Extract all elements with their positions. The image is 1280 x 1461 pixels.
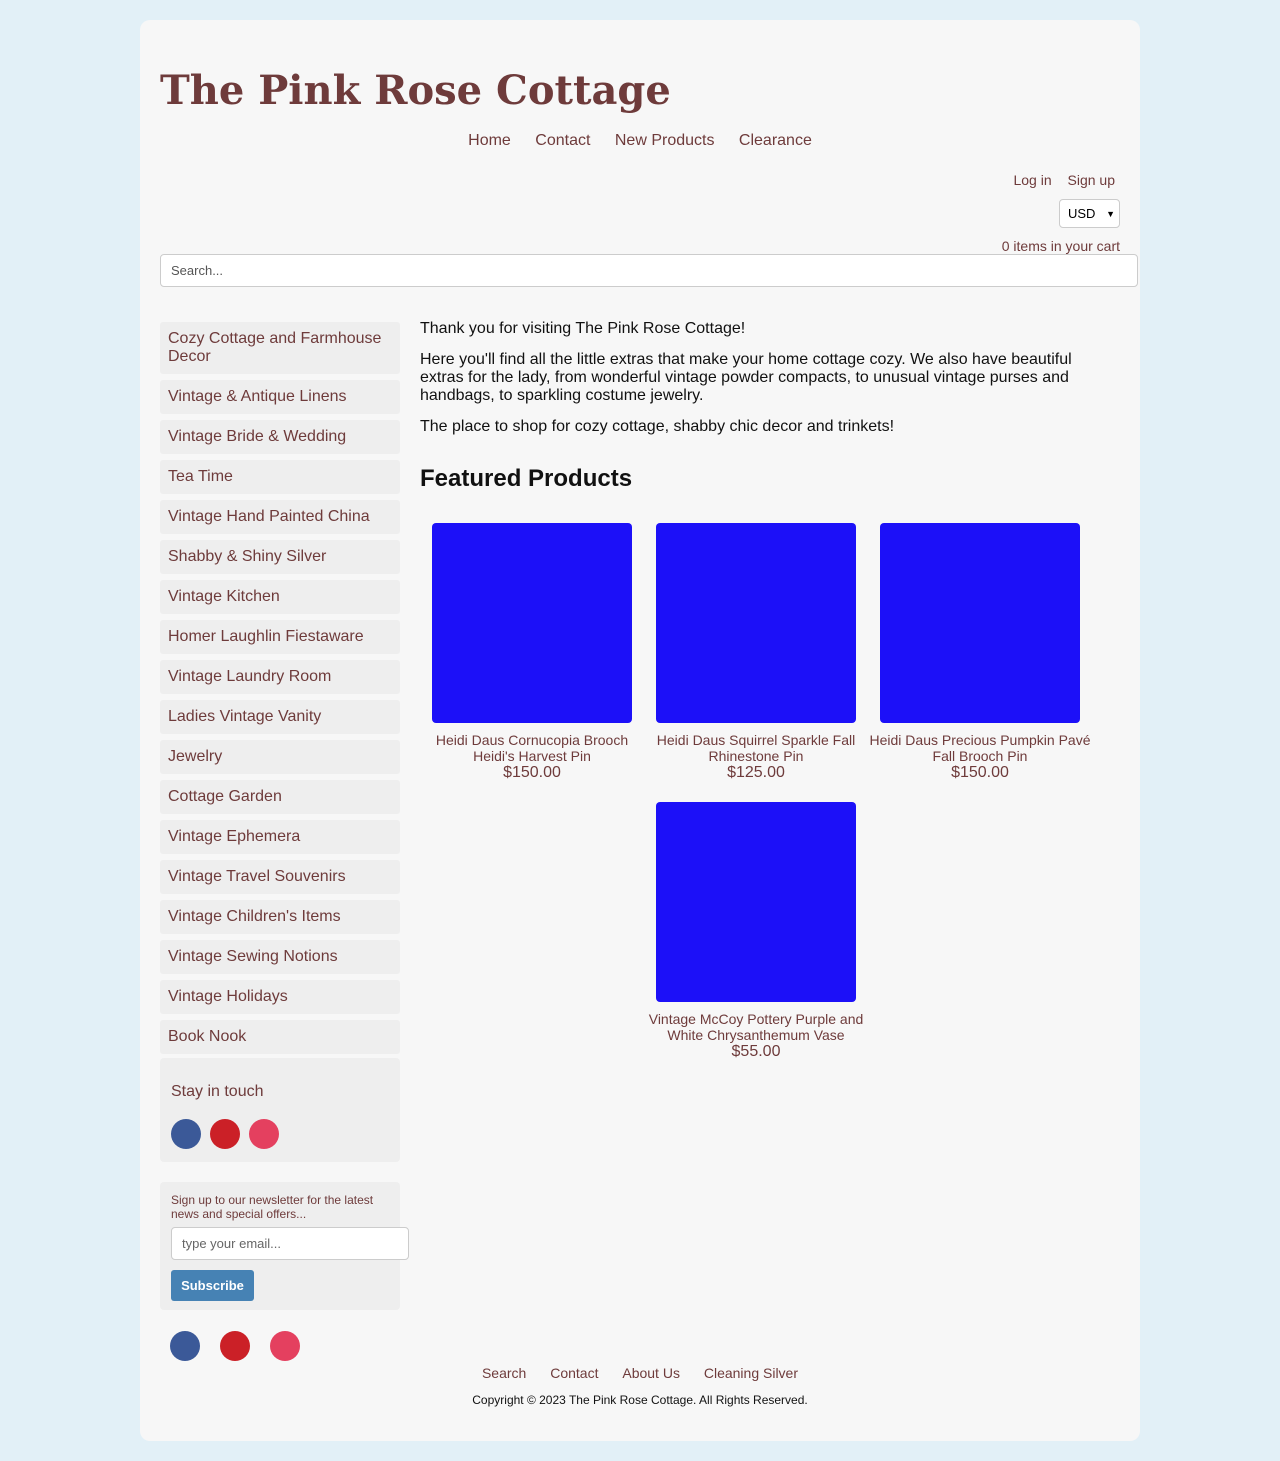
login-link[interactable]: Log in: [1013, 172, 1051, 188]
category-laundry-room[interactable]: Vintage Laundry Room: [160, 660, 400, 694]
category-linens[interactable]: Vintage & Antique Linens: [160, 380, 400, 414]
category-sidebar: Cozy Cottage and Farmhouse Decor Vintage…: [160, 322, 400, 1060]
account-links: Log in Sign up: [1001, 171, 1115, 189]
product-card[interactable]: Heidi Daus Squirrel Sparkle Fall Rhinest…: [644, 523, 868, 782]
main-nav: Home Contact New Products Clearance: [140, 131, 1140, 151]
product-card[interactable]: Vintage McCoy Pottery Purple and White C…: [644, 802, 868, 1061]
footer-search-link[interactable]: Search: [482, 1365, 526, 1381]
product-price: $125.00: [727, 764, 785, 781]
product-name[interactable]: Heidi Daus Precious Pumpkin Pavé Fall Br…: [868, 732, 1092, 764]
instagram-icon[interactable]: [249, 1119, 279, 1149]
product-price: $55.00: [731, 1043, 781, 1060]
category-bride-wedding[interactable]: Vintage Bride & Wedding: [160, 420, 400, 454]
category-vanity[interactable]: Ladies Vintage Vanity: [160, 700, 400, 734]
product-price: $150.00: [951, 764, 1009, 781]
product-image[interactable]: [880, 523, 1080, 723]
product-image[interactable]: [656, 523, 856, 723]
newsletter-text: Sign up to our newsletter for the latest…: [171, 1193, 374, 1221]
site-title[interactable]: The Pink Rose Cottage: [160, 67, 671, 115]
newsletter-box: Sign up to our newsletter for the latest…: [160, 1182, 409, 1310]
product-image[interactable]: [656, 802, 856, 1002]
signup-link[interactable]: Sign up: [1068, 172, 1115, 188]
product-price: $150.00: [503, 764, 561, 781]
search-input[interactable]: [160, 254, 1138, 287]
cart-status[interactable]: 0 items in your cart: [1002, 238, 1120, 254]
product-name[interactable]: Heidi Daus Squirrel Sparkle Fall Rhinest…: [644, 732, 868, 764]
pinterest-icon[interactable]: [220, 1331, 250, 1361]
category-book-nook[interactable]: Book Nook: [160, 1020, 400, 1054]
stay-in-touch-title: Stay in touch: [171, 1083, 264, 1100]
facebook-icon[interactable]: [170, 1331, 200, 1361]
chevron-down-icon: ▼: [1106, 208, 1115, 219]
product-card[interactable]: Heidi Daus Cornucopia Brooch Heidi's Har…: [420, 523, 644, 782]
instagram-icon[interactable]: [270, 1331, 300, 1361]
intro-description: Here you'll find all the little extras t…: [420, 351, 1072, 404]
email-field[interactable]: [171, 1227, 409, 1260]
copyright: Copyright © 2023 The Pink Rose Cottage. …: [472, 1393, 808, 1407]
pinterest-icon[interactable]: [210, 1119, 240, 1149]
product-card[interactable]: Heidi Daus Precious Pumpkin Pavé Fall Br…: [868, 523, 1092, 782]
currency-select[interactable]: USD ▼: [1059, 199, 1120, 228]
intro-tagline: The place to shop for cozy cottage, shab…: [420, 418, 895, 435]
stay-in-touch-box: Stay in touch: [160, 1058, 400, 1162]
facebook-icon[interactable]: [171, 1119, 201, 1149]
category-childrens-items[interactable]: Vintage Children's Items: [160, 900, 400, 934]
category-cottage-garden[interactable]: Cottage Garden: [160, 780, 400, 814]
product-name[interactable]: Heidi Daus Cornucopia Brooch Heidi's Har…: [420, 732, 644, 764]
category-sewing-notions[interactable]: Vintage Sewing Notions: [160, 940, 400, 974]
main-content: Thank you for visiting The Pink Rose Cot…: [420, 320, 1100, 1060]
category-fiestaware[interactable]: Homer Laughlin Fiestaware: [160, 620, 400, 654]
category-travel-souvenirs[interactable]: Vintage Travel Souvenirs: [160, 860, 400, 894]
category-jewelry[interactable]: Jewelry: [160, 740, 400, 774]
footer-nav: Search Contact About Us Cleaning Silver: [140, 1364, 1140, 1382]
subscribe-button[interactable]: Subscribe: [171, 1270, 254, 1301]
footer-social-icons: [170, 1331, 300, 1361]
nav-clearance[interactable]: Clearance: [739, 132, 812, 149]
category-ephemera[interactable]: Vintage Ephemera: [160, 820, 400, 854]
currency-value: USD: [1068, 206, 1096, 221]
footer-cleaning-silver-link[interactable]: Cleaning Silver: [704, 1365, 798, 1381]
nav-home[interactable]: Home: [468, 132, 511, 149]
featured-products-title: Featured Products: [420, 465, 633, 492]
category-kitchen[interactable]: Vintage Kitchen: [160, 580, 400, 614]
nav-contact[interactable]: Contact: [535, 132, 590, 149]
category-tea-time[interactable]: Tea Time: [160, 460, 400, 494]
category-silver[interactable]: Shabby & Shiny Silver: [160, 540, 400, 574]
product-name[interactable]: Vintage McCoy Pottery Purple and White C…: [644, 1011, 868, 1043]
category-hand-painted-china[interactable]: Vintage Hand Painted China: [160, 500, 400, 534]
social-icons: [171, 1119, 389, 1149]
footer-about-link[interactable]: About Us: [622, 1365, 680, 1381]
nav-new-products[interactable]: New Products: [615, 132, 715, 149]
category-holidays[interactable]: Vintage Holidays: [160, 980, 400, 1014]
footer-contact-link[interactable]: Contact: [550, 1365, 598, 1381]
intro-welcome: Thank you for visiting The Pink Rose Cot…: [420, 320, 746, 337]
product-image[interactable]: [432, 523, 632, 723]
category-cozy-cottage[interactable]: Cozy Cottage and Farmhouse Decor: [160, 322, 400, 374]
page-container: The Pink Rose Cottage Home Contact New P…: [140, 20, 1140, 1441]
